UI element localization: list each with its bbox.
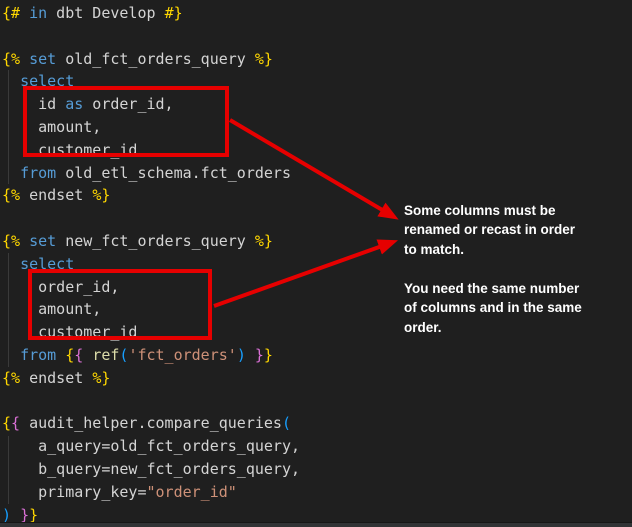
code-line: a_query=old_fct_orders_query, [2,435,630,458]
bottom-edge-strip [0,522,632,527]
code-line [2,25,630,48]
annotation-note-line-2: You need the same number of columns and … [404,279,632,338]
indent-guide [8,436,9,504]
code-line: id as order_id, [2,93,630,116]
annotation-note: Some columns must be renamed or recast i… [404,181,632,357]
code-line: amount, [2,116,630,139]
code-line: {% endset %} [2,367,630,390]
code-line: {# in dbt Develop #} [2,2,630,25]
code-line: {% set old_fct_orders_query %} [2,48,630,71]
code-line: customer_id [2,139,630,162]
code-line [2,390,630,413]
code-line: b_query=new_fct_orders_query, [2,458,630,481]
indent-guide [8,70,9,184]
code-line: primary_key="order_id" [2,481,630,504]
annotation-note-line-1: Some columns must be renamed or recast i… [404,201,632,260]
indent-guide [8,253,9,367]
code-line: select [2,70,630,93]
code-line: {{ audit_helper.compare_queries( [2,412,630,435]
